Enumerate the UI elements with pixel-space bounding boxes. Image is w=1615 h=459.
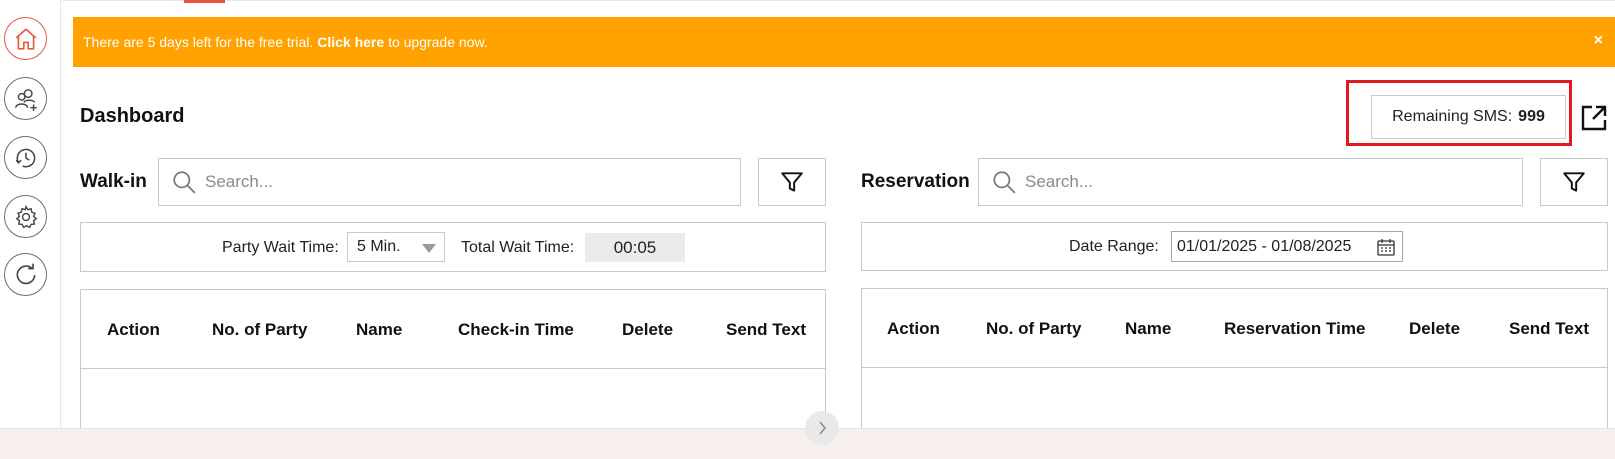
date-range-label: Date Range: xyxy=(1069,238,1159,255)
walkin-table: Action No. of Party Name Check-in Time D… xyxy=(80,289,826,429)
add-user-icon xyxy=(14,88,37,111)
search-icon xyxy=(173,171,196,194)
sidebar xyxy=(0,0,61,428)
active-tab-indicator xyxy=(184,0,225,3)
banner-text: There are 5 days left for the free trial… xyxy=(83,34,314,50)
page-title: Dashboard xyxy=(80,105,185,127)
walkin-wait-panel xyxy=(80,222,826,272)
reservation-search-input[interactable] xyxy=(1025,172,1460,192)
column-header: Name xyxy=(356,320,403,339)
column-header: Name xyxy=(1125,319,1172,338)
calendar-icon[interactable] xyxy=(1376,237,1396,257)
total-wait-value: 00:05 xyxy=(585,233,685,262)
column-header: Delete xyxy=(1409,319,1461,338)
close-banner-button[interactable]: × xyxy=(1594,32,1603,50)
reservation-filter-button[interactable] xyxy=(1540,158,1608,206)
sidebar-item-settings[interactable] xyxy=(4,195,47,238)
reservation-label: Reservation xyxy=(861,171,970,192)
gear-icon xyxy=(15,204,37,228)
party-wait-value: 5 Min. xyxy=(357,238,401,255)
upgrade-link[interactable]: Click here xyxy=(317,34,384,50)
column-header: No. of Party xyxy=(986,319,1082,338)
chevron-down-icon xyxy=(422,244,436,253)
home-icon xyxy=(15,27,36,50)
walkin-table-header: Action No. of Party Name Check-in Time D… xyxy=(81,290,825,369)
banner-text-end: to upgrade now. xyxy=(388,34,488,50)
date-range-input[interactable]: 01/01/2025 - 01/08/2025 xyxy=(1171,231,1403,262)
sidebar-item-home[interactable] xyxy=(4,17,47,60)
walkin-search[interactable] xyxy=(158,158,741,206)
party-wait-select[interactable]: 5 Min. xyxy=(347,232,445,262)
reservation-table-header: Action No. of Party Name Reservation Tim… xyxy=(862,289,1607,368)
panel-splitter-handle[interactable] xyxy=(805,411,839,445)
filter-icon xyxy=(781,172,803,192)
walkin-label: Walk-in xyxy=(80,171,147,192)
column-header: No. of Party xyxy=(212,320,308,339)
column-header: Check-in Time xyxy=(458,320,574,339)
sidebar-item-refresh[interactable] xyxy=(4,253,47,296)
total-wait-label: Total Wait Time: xyxy=(461,239,575,256)
sidebar-item-add-user[interactable] xyxy=(4,77,47,120)
reservation-search[interactable] xyxy=(978,158,1523,206)
filter-icon xyxy=(1563,172,1585,192)
walkin-search-input[interactable] xyxy=(205,172,670,192)
sidebar-item-history[interactable] xyxy=(4,136,47,179)
column-header: Delete xyxy=(622,320,674,339)
date-range-value: 01/01/2025 - 01/08/2025 xyxy=(1177,237,1352,255)
column-header: Send Text xyxy=(1509,319,1589,338)
refresh-icon xyxy=(16,263,35,284)
column-header: Action xyxy=(887,319,940,338)
top-border xyxy=(62,0,1615,1)
search-icon xyxy=(993,171,1016,194)
history-icon xyxy=(15,148,35,167)
remaining-sms-box: Remaining SMS: 999 xyxy=(1371,95,1566,139)
column-header: Action xyxy=(107,320,160,339)
column-header: Send Text xyxy=(726,320,806,339)
walkin-filter-button[interactable] xyxy=(758,158,826,206)
party-wait-label: Party Wait Time: xyxy=(222,239,339,256)
sms-count: 999 xyxy=(1518,108,1545,125)
column-header: Reservation Time xyxy=(1224,319,1366,338)
sms-label: Remaining SMS: xyxy=(1392,108,1513,125)
chevron-right-icon xyxy=(819,421,826,435)
reservation-table: Action No. of Party Name Reservation Tim… xyxy=(861,288,1608,429)
trial-banner: There are 5 days left for the free trial… xyxy=(73,17,1615,67)
external-link-icon[interactable] xyxy=(1580,104,1608,132)
